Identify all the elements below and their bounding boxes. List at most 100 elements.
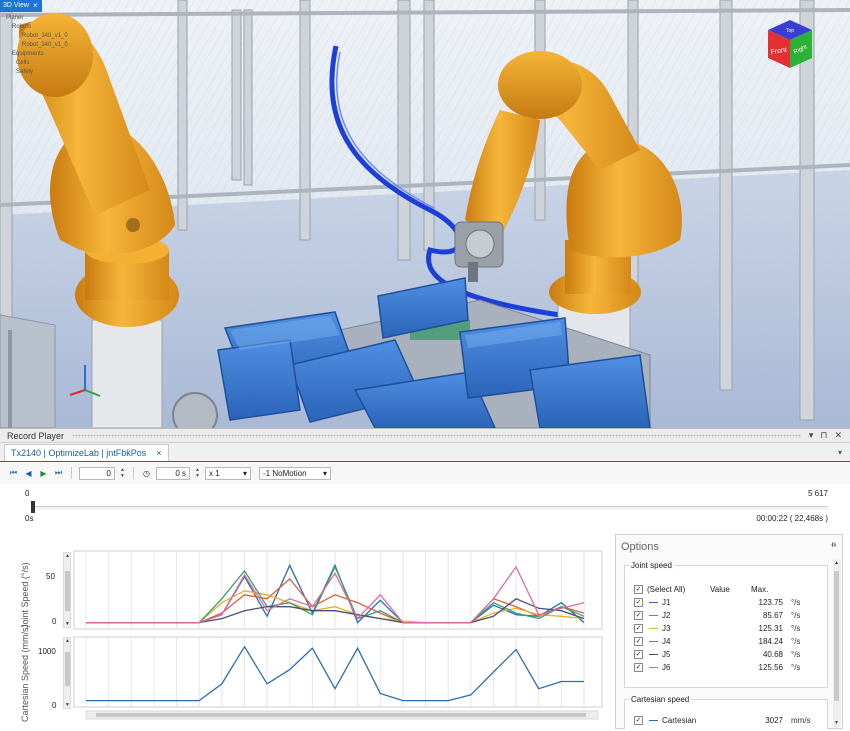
speed-select[interactable]: x 1 ▾ <box>205 466 251 480</box>
speed-select-value: x 1 <box>209 468 220 478</box>
chart-hscrollbar-thumb <box>96 713 586 717</box>
series-row-j5[interactable]: ✓ J5 40.68 °/s <box>625 648 829 660</box>
series-checkbox[interactable]: ✓ <box>634 597 643 607</box>
series-max: 125.31 <box>758 623 783 633</box>
tab-recording-label: Tx2140 | OptimizeLab | jntFbkPos <box>11 448 147 458</box>
chevron-down-icon: ▾ <box>322 468 327 478</box>
panel-title: Record Player <box>7 430 65 441</box>
play-icon[interactable]: ▶ <box>38 468 49 479</box>
tree-item[interactable]: Robots <box>6 23 68 32</box>
value-header: Value <box>710 584 730 594</box>
cart-chart-plot-area <box>73 636 603 708</box>
close-icon[interactable]: × <box>33 0 38 12</box>
options-scrollbar[interactable]: ▲ ▼ <box>833 559 841 727</box>
timeline: 0 5 617 0s 00:00:22 ( 22,468s ) <box>0 486 850 526</box>
series-row-j3[interactable]: ✓ J3 125.31 °/s <box>625 622 829 634</box>
go-to-start-icon[interactable]: ⏮ <box>8 468 19 479</box>
motion-select[interactable]: -1 NoMotion ▾ <box>259 466 331 480</box>
cartesian-speed-group-label: Cartesian speed <box>629 695 692 704</box>
frame-input[interactable]: 0 <box>79 466 115 480</box>
series-row-j1[interactable]: ✓ J1 123.75 °/s <box>625 596 829 608</box>
tab-3d-view-label: 3D View <box>3 2 29 9</box>
timeline-slider[interactable] <box>32 506 828 510</box>
chevron-down-icon: ▾ <box>242 468 247 478</box>
playback-toolbar: ⏮ ◀ ▶ ⏭ 0 ▲ ▼ ◷ 0 s ▲ ▼ x 1 ▾ -1 NoMotion … <box>0 462 850 484</box>
3d-scene[interactable] <box>0 0 850 428</box>
series-max: 40.68 <box>762 649 783 659</box>
3d-viewport[interactable]: 3D View × Planer Robots Robot_340_v1_0 R… <box>0 0 850 428</box>
timeline-start-time: 0s <box>25 514 34 523</box>
chart-canvas[interactable] <box>0 547 610 731</box>
series-row-j2[interactable]: ✓ J2 85.67 °/s <box>625 609 829 621</box>
series-color-swatch <box>649 720 658 721</box>
time-stepper[interactable]: ▲ ▼ <box>194 467 201 480</box>
time-input[interactable]: 0 s <box>156 466 190 480</box>
max-header: Max. <box>751 584 769 594</box>
series-row-j4[interactable]: ✓ J4 184.24 °/s <box>625 635 829 647</box>
select-all-checkbox[interactable]: ✓ <box>634 584 643 594</box>
timeline-start-frame: 0 <box>25 489 30 498</box>
scroll-down-icon: ▼ <box>834 720 839 726</box>
dropdown-icon[interactable]: ▾ <box>809 430 814 441</box>
series-checkbox[interactable]: ✓ <box>634 610 643 620</box>
series-checkbox[interactable]: ✓ <box>634 649 643 659</box>
series-color-swatch <box>649 602 658 603</box>
series-name: J3 <box>662 623 671 633</box>
series-name: J2 <box>662 610 671 620</box>
tree-item[interactable]: Equipments <box>6 50 68 59</box>
pin-icon[interactable]: ⊓ <box>820 430 827 441</box>
pin-icon[interactable]: ᵰ <box>832 540 836 549</box>
joint-speed-group-label: Joint speed <box>629 561 674 570</box>
document-tab-strip: Tx2140 | OptimizeLab | jntFbkPos × <box>0 443 850 462</box>
close-icon[interactable]: ✕ <box>834 430 842 441</box>
cartesian-speed-group: Cartesian speed ✓ Cartesian 3027 mm/s <box>624 695 829 729</box>
series-unit: mm/s <box>791 715 811 725</box>
tab-recording[interactable]: Tx2140 | OptimizeLab | jntFbkPos × <box>4 444 169 461</box>
motion-select-value: -1 NoMotion <box>263 468 307 478</box>
tree-item[interactable]: Safety <box>6 68 68 77</box>
series-checkbox[interactable]: ✓ <box>634 662 643 672</box>
series-row-cartesian[interactable]: ✓ Cartesian 3027 mm/s <box>625 714 829 726</box>
series-row-j6[interactable]: ✓ J6 125.56 °/s <box>625 661 829 673</box>
object-tree: Planer Robots Robot_340_v1_0 Robot_340_v… <box>6 14 68 77</box>
series-checkbox[interactable]: ✓ <box>634 715 643 725</box>
series-max: 123.75 <box>758 597 783 607</box>
tree-item[interactable]: Robot_340_v1_0 <box>6 32 68 41</box>
series-name: J1 <box>662 597 671 607</box>
joint-chart-plot-area <box>73 550 603 630</box>
series-name: Cartesian <box>662 715 697 725</box>
series-name: J4 <box>662 636 671 646</box>
series-checkbox[interactable]: ✓ <box>634 636 643 646</box>
tree-item[interactable]: Cells <box>6 59 68 68</box>
tree-item[interactable]: Robot_340_v1_0 <box>6 41 68 50</box>
drag-handle[interactable] <box>72 433 801 438</box>
frame-stepper[interactable]: ▲ ▼ <box>119 467 126 480</box>
series-max: 3027 <box>765 715 783 725</box>
select-all-row[interactable]: ✓ (Select All) Value Max. <box>625 583 829 595</box>
scroll-up-icon: ▲ <box>834 560 839 566</box>
view-cube-top[interactable]: Top <box>786 28 794 34</box>
series-unit: °/s <box>791 662 801 672</box>
series-max: 125.56 <box>758 662 783 672</box>
step-back-icon[interactable]: ◀ <box>23 468 34 479</box>
close-icon[interactable]: × <box>156 448 161 458</box>
tabs-menu-icon[interactable]: ▾ <box>838 448 842 457</box>
series-unit: °/s <box>791 597 801 607</box>
clock-icon: ◷ <box>143 468 150 478</box>
series-unit: °/s <box>791 649 801 659</box>
series-name: J6 <box>662 662 671 672</box>
record-player-titlebar: Record Player ▾ ⊓ ✕ <box>0 429 850 443</box>
toolbar-divider <box>71 467 72 479</box>
tree-item[interactable]: Planer <box>6 14 68 23</box>
series-color-swatch <box>649 654 658 655</box>
options-title: Options <box>621 541 659 553</box>
series-checkbox[interactable]: ✓ <box>634 623 643 633</box>
timeline-slider-thumb[interactable] <box>31 501 35 513</box>
tab-3d-view[interactable]: 3D View × <box>0 0 42 12</box>
scrollbar-thumb[interactable] <box>834 571 839 701</box>
view-cube[interactable]: Top Front Right <box>764 18 816 70</box>
series-color-swatch <box>649 667 658 668</box>
series-name: J5 <box>662 649 671 659</box>
go-to-end-icon[interactable]: ⏭ <box>53 468 64 479</box>
series-max: 85.67 <box>762 610 783 620</box>
